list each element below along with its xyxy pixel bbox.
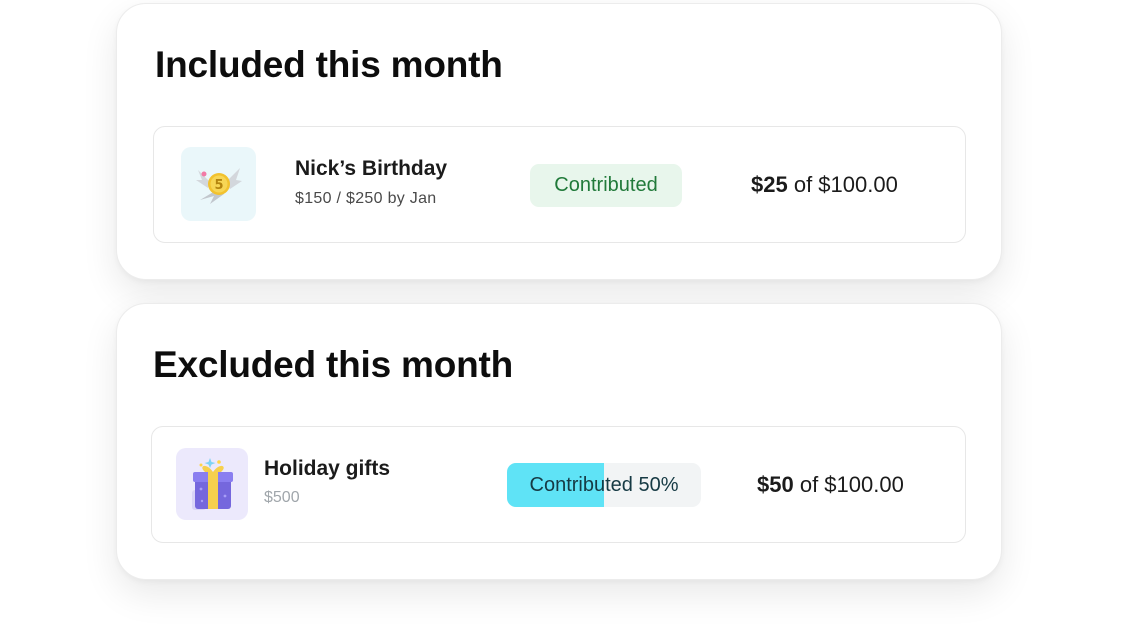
svg-text:5: 5 xyxy=(214,178,223,193)
goal-subtitle: $150 / $250 by Jan xyxy=(295,190,437,207)
contribution-progress-label: Contributed 50% xyxy=(529,473,679,496)
included-title: Included this month xyxy=(155,44,503,85)
coin-with-wings-icon: 5 xyxy=(181,147,256,221)
excluded-card: Excluded this month Holiday gifts $500 C… xyxy=(116,303,1002,580)
contribution-amount: $25 of $100.00 xyxy=(751,172,898,198)
gift-box-icon xyxy=(176,448,248,520)
goal-row-nicks-birthday[interactable]: 5 Nick’s Birthday $150 / $250 by Jan Con… xyxy=(153,126,966,243)
contribution-amount: $50 of $100.00 xyxy=(757,472,904,498)
excluded-title: Excluded this month xyxy=(153,344,514,385)
status-badge: Contributed xyxy=(530,164,682,207)
included-card: Included this month 5 Nick’s Birthday $1… xyxy=(116,3,1002,280)
contribution-progress-bar: Contributed 50% xyxy=(507,463,701,507)
goal-row-holiday-gifts[interactable]: Holiday gifts $500 Contributed 50% $50 o… xyxy=(151,426,966,543)
goal-name: Nick’s Birthday xyxy=(295,157,448,180)
contribution-amount-total: of $100.00 xyxy=(793,472,904,497)
goal-name: Holiday gifts xyxy=(264,457,391,480)
contribution-amount-total: of $100.00 xyxy=(787,172,898,197)
goal-subtitle: $500 xyxy=(264,489,300,506)
contribution-amount-value: $50 xyxy=(757,472,794,497)
contribution-amount-value: $25 xyxy=(751,172,788,197)
